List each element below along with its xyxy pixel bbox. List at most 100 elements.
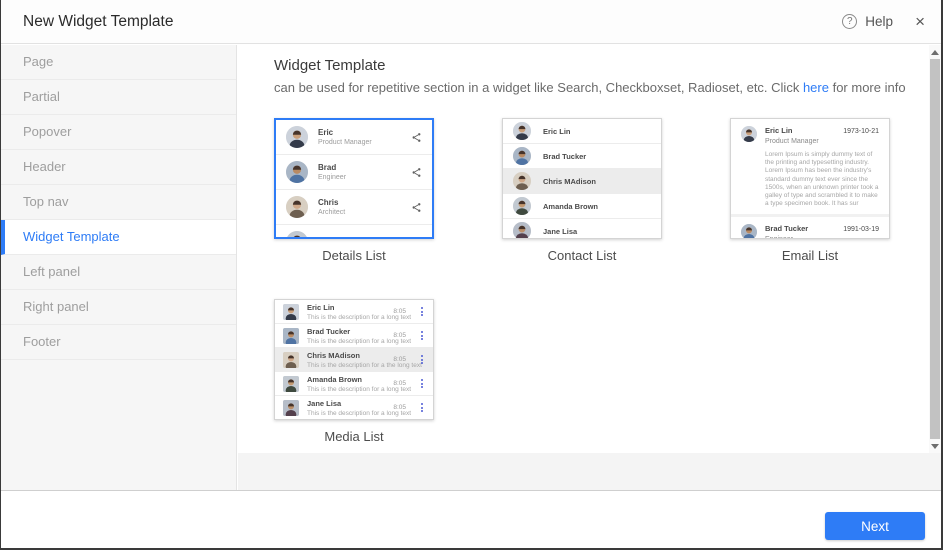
avatar — [283, 376, 299, 392]
media-duration: 8:05 — [393, 380, 406, 387]
template-card-details-list[interactable]: EricProduct Manager BradEngineer Chris Arch… — [274, 118, 434, 239]
avatar — [286, 231, 308, 239]
sidebar-item-widget-template[interactable]: Widget Template — [1, 220, 236, 255]
list-item-text: Chris Architect — [318, 198, 411, 216]
list-item-text: Chris MAdisonThis is the description for… — [307, 351, 385, 369]
share-icon — [411, 237, 422, 240]
next-button[interactable]: Next — [825, 512, 925, 540]
list-item-text: Brad TuckerThis is the description for a… — [307, 327, 385, 345]
media-duration: 8:05 — [393, 308, 406, 315]
kebab-menu-icon — [419, 329, 425, 342]
media-duration: 8:05 — [393, 356, 406, 363]
list-item: Chris MAdison — [503, 169, 661, 194]
list-item-role: Engineer — [765, 236, 879, 239]
template-card-contact-list[interactable]: Eric Lin Brad TuckerChris MAdison Amanda B… — [502, 118, 662, 239]
template-cell-email-list: Eric Lin1973-10-21Product ManagerLorem I… — [730, 118, 890, 263]
media-duration: 8:05 — [393, 404, 406, 411]
template-cell-media-list: Eric LinThis is the description for a lo… — [274, 299, 434, 444]
list-item: Amanda — [276, 225, 432, 239]
list-item-name: Amanda Brown — [307, 375, 385, 384]
help-label: Help — [865, 14, 893, 29]
list-item-body: Lorem Ipsum is simply dummy text of the … — [765, 151, 879, 208]
sidebar-item-header[interactable]: Header — [1, 150, 236, 185]
sidebar-item-popover[interactable]: Popover — [1, 115, 236, 150]
list-item-name: Brad — [318, 163, 411, 172]
list-item: Eric Lin — [503, 119, 661, 144]
sidebar-item-left-panel[interactable]: Left panel — [1, 255, 236, 290]
list-item-text: Jane Lisa This is the description for a l… — [307, 399, 385, 417]
sidebar-item-top-nav[interactable]: Top nav — [1, 185, 236, 220]
list-item-text: EricProduct Manager — [318, 128, 411, 146]
page-description: can be used for repetitive section in a … — [274, 80, 929, 95]
sidebar: PagePartialPopoverHeaderTop navWidget Te… — [1, 45, 237, 490]
avatar — [513, 147, 531, 165]
media-duration: 8:05 — [393, 332, 406, 339]
share-icon — [411, 202, 422, 213]
avatar — [741, 224, 757, 239]
list-item-name: Amanda Brown — [543, 202, 598, 211]
avatar — [513, 222, 531, 239]
scrollbar-thumb[interactable] — [930, 59, 940, 439]
list-item-text: Brad Tucker1991-03-19EngineerLorem Ipsum… — [765, 224, 879, 239]
template-caption: Email List — [730, 248, 890, 263]
kebab-menu-icon — [419, 305, 425, 318]
list-item: Brad Tucker1991-03-19EngineerLorem Ipsum… — [731, 217, 889, 239]
list-item-role: Architect — [318, 209, 411, 216]
list-item: BradEngineer — [276, 155, 432, 190]
share-icon — [411, 167, 422, 178]
dialog-header: New Widget Template ? Help × — [1, 0, 941, 44]
list-item: Brad TuckerThis is the description for a… — [275, 324, 433, 348]
sidebar-item-partial[interactable]: Partial — [1, 80, 236, 115]
description-text-suffix: for more info — [829, 80, 906, 95]
list-item: Jane Lisa This is the description for a l… — [275, 396, 433, 420]
kebab-menu-icon — [419, 401, 425, 414]
list-item-name: Eric — [318, 128, 411, 137]
template-cell-details-list: EricProduct Manager BradEngineer Chris Arch… — [274, 118, 434, 263]
list-item: Chris Architect — [276, 190, 432, 225]
kebab-menu-icon — [419, 377, 425, 390]
avatar — [283, 400, 299, 416]
list-item-description: This is the description for a long text — [307, 338, 385, 345]
list-item: EricProduct Manager — [276, 120, 432, 155]
list-item-date: 1973-10-21 — [843, 128, 879, 135]
list-item-text: Amanda BrownThis is the description for … — [307, 375, 385, 393]
list-item-name: Chris — [318, 198, 411, 207]
list-item-name: Eric Lin — [543, 127, 571, 136]
close-icon[interactable]: × — [915, 13, 925, 30]
scroll-up-button[interactable] — [929, 46, 941, 58]
list-item-date: 1991-03-19 — [843, 226, 879, 233]
template-card-email-list[interactable]: Eric Lin1973-10-21Product ManagerLorem I… — [730, 118, 890, 239]
avatar — [513, 197, 531, 215]
list-item-text: Eric Lin1973-10-21Product ManagerLorem I… — [765, 126, 879, 208]
list-item-description: This is the description for a long text — [307, 314, 385, 321]
list-item-name: Eric Lin — [765, 126, 793, 135]
template-cell-contact-list: Eric Lin Brad TuckerChris MAdison Amanda B… — [502, 118, 662, 263]
avatar — [286, 126, 308, 148]
list-item-name: Jane Lisa — [307, 399, 385, 408]
list-item-description: This is the description for a the long t… — [307, 362, 385, 369]
new-widget-template-dialog: New Widget Template ? Help × PagePartial… — [1, 0, 941, 548]
share-icon — [411, 132, 422, 143]
description-text: can be used for repetitive section in a … — [274, 80, 803, 95]
list-item: Eric LinThis is the description for a lo… — [275, 300, 433, 324]
sidebar-item-right-panel[interactable]: Right panel — [1, 290, 236, 325]
template-card-media-list[interactable]: Eric LinThis is the description for a lo… — [274, 299, 434, 420]
list-item-name: Jane Lisa — [543, 227, 577, 236]
help-button[interactable]: ? Help — [842, 14, 893, 29]
template-grid: EricProduct ManagerBradEngineerChrisArch… — [274, 118, 904, 444]
avatar — [513, 172, 531, 190]
list-item-text: BradEngineer — [318, 163, 411, 181]
list-item: Brad Tucker — [503, 144, 661, 169]
sidebar-list: PagePartialPopoverHeaderTop navWidget Te… — [1, 45, 236, 360]
template-caption: Media List — [274, 429, 434, 444]
more-info-link[interactable]: here — [803, 80, 829, 95]
sidebar-item-footer[interactable]: Footer — [1, 325, 236, 360]
list-item-name: Amanda — [318, 237, 411, 240]
help-icon: ? — [842, 14, 857, 29]
list-item-description: This is the description for a long text — [307, 410, 385, 417]
vertical-scrollbar[interactable] — [929, 45, 941, 453]
dialog-title: New Widget Template — [23, 13, 173, 31]
scroll-down-button[interactable] — [929, 440, 941, 452]
sidebar-item-page[interactable]: Page — [1, 45, 236, 80]
avatar — [286, 196, 308, 218]
